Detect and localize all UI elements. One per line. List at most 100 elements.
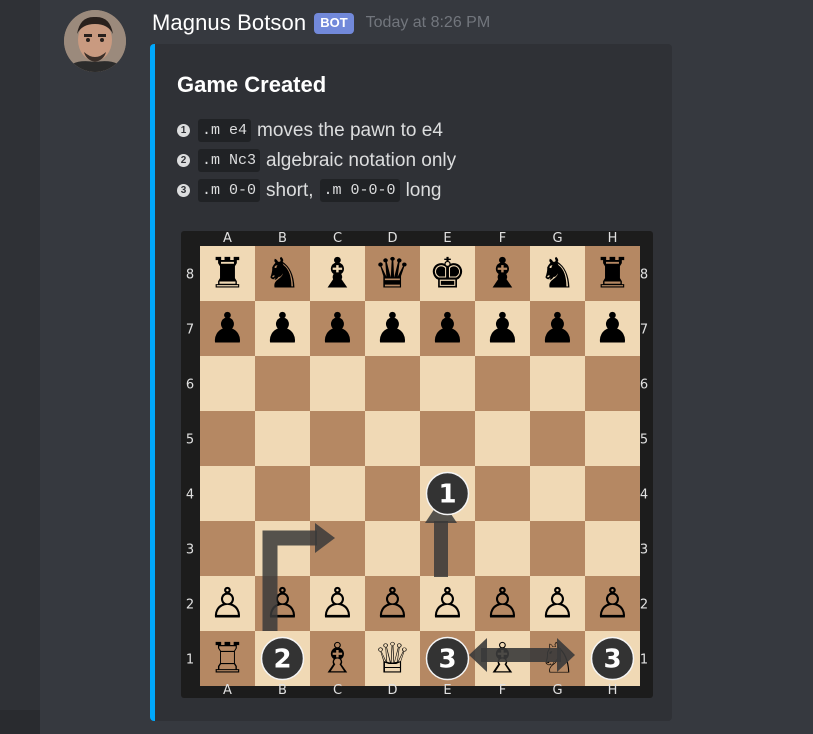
board-square-h6: [585, 356, 640, 411]
bot-badge: BOT: [314, 12, 354, 34]
chess-board-image: A A B B C C D D E E F F G G H H 8 8 7 7 6 6 5 5 4 4 3 3 2 2 1 1 ♜ ♞ ♝ ♛ ♚ ♝ ♞…: [181, 231, 653, 698]
chess-piece: ♗: [319, 634, 357, 683]
move-marker-number: 3: [603, 645, 621, 675]
rank-label-left: 6: [186, 378, 194, 393]
board-square-f3: [475, 521, 530, 576]
board-square-c6: [310, 356, 365, 411]
chess-piece: ♖: [209, 634, 247, 683]
sidebar-footer: [0, 710, 40, 734]
chess-piece: ♙: [429, 579, 467, 628]
file-label-top: B: [278, 231, 287, 246]
chess-piece: ♙: [484, 579, 522, 628]
instruction-line-1: 1 .m e4 moves the pawn to e4: [177, 119, 449, 142]
board-square-g6: [530, 356, 585, 411]
chess-piece: ♝: [484, 249, 522, 298]
chess-piece: ♟: [484, 304, 522, 353]
step-number: 2: [177, 154, 190, 167]
chess-piece: ♙: [539, 579, 577, 628]
board-square-h4: [585, 466, 640, 521]
file-label-bottom: H: [608, 683, 618, 698]
rank-label-left: 2: [186, 598, 194, 613]
rank-label-right: 5: [640, 433, 648, 448]
code-snippet: .m 0-0: [198, 179, 261, 202]
chess-piece: ♞: [264, 249, 302, 298]
board-square-h5: [585, 411, 640, 466]
board-square-e6: [420, 356, 475, 411]
board-square-h3: [585, 521, 640, 576]
board-square-b6: [255, 356, 310, 411]
file-label-top: A: [223, 231, 232, 246]
board-square-a3: [200, 521, 255, 576]
chess-piece: ♟: [429, 304, 467, 353]
rank-label-left: 3: [186, 543, 194, 558]
instruction-line-2: 2 .m Nc3 algebraic notation only: [177, 149, 462, 172]
step-number: 1: [177, 124, 190, 137]
rank-label-right: 1: [640, 653, 648, 668]
code-snippet: .m Nc3: [198, 149, 261, 172]
board-square-a6: [200, 356, 255, 411]
chess-piece: ♙: [209, 579, 247, 628]
code-snippet: .m e4: [198, 119, 252, 142]
board-square-a5: [200, 411, 255, 466]
chess-piece: ♜: [209, 249, 247, 298]
board-square-c4: [310, 466, 365, 521]
rank-label-right: 2: [640, 598, 648, 613]
board-square-g4: [530, 466, 585, 521]
file-label-top: G: [552, 231, 562, 246]
file-label-bottom: A: [223, 683, 232, 698]
board-square-a4: [200, 466, 255, 521]
file-label-top: E: [443, 231, 451, 246]
file-label-bottom: E: [443, 683, 451, 698]
rank-label-right: 6: [640, 378, 648, 393]
instruction-text: long: [405, 179, 442, 201]
board-square-f4: [475, 466, 530, 521]
message-header: Magnus Botson BOT Today at 8:26 PM: [152, 9, 490, 37]
file-label-top: D: [387, 231, 397, 246]
board-square-e5: [420, 411, 475, 466]
chess-piece: ♙: [594, 579, 632, 628]
board-square-d3: [365, 521, 420, 576]
file-label-bottom: C: [333, 683, 342, 698]
file-label-top: C: [333, 231, 342, 246]
board-square-g5: [530, 411, 585, 466]
board-square-f5: [475, 411, 530, 466]
chess-piece: ♟: [594, 304, 632, 353]
avatar-portrait-icon: [64, 10, 126, 72]
board-square-c5: [310, 411, 365, 466]
board-square-f6: [475, 356, 530, 411]
chess-piece: ♛: [374, 249, 412, 298]
chess-piece: ♞: [539, 249, 577, 298]
user-avatar[interactable]: [64, 10, 126, 72]
chess-piece: ♟: [374, 304, 412, 353]
server-sidebar: [0, 0, 40, 734]
board-square-g3: [530, 521, 585, 576]
chess-board: A A B B C C D D E E F F G G H H 8 8 7 7 6 6 5 5 4 4 3 3 2 2 1 1 ♜ ♞ ♝ ♛ ♚ ♝ ♞…: [186, 231, 648, 698]
chess-piece: ♚: [429, 249, 467, 298]
chess-piece: ♜: [594, 249, 632, 298]
chess-piece: ♟: [209, 304, 247, 353]
board-square-d5: [365, 411, 420, 466]
file-label-top: F: [499, 231, 506, 246]
move-marker-number: 1: [438, 480, 456, 510]
embed-title: Game Created: [177, 72, 327, 97]
rank-label-right: 3: [640, 543, 648, 558]
rank-label-left: 5: [186, 433, 194, 448]
rank-label-left: 7: [186, 323, 194, 338]
rank-label-right: 7: [640, 323, 648, 338]
instruction-text: short,: [266, 179, 314, 201]
chess-piece: ♝: [319, 249, 357, 298]
username[interactable]: Magnus Botson: [152, 10, 306, 36]
board-square-b5: [255, 411, 310, 466]
castling-arrow-shaft: [481, 648, 561, 662]
game-embed: Game Created 1 .m e4 moves the pawn to e…: [150, 44, 672, 721]
rank-label-left: 1: [186, 653, 194, 668]
rank-label-left: 8: [186, 268, 194, 283]
instruction-text: moves the pawn to e4: [257, 119, 443, 141]
file-label-top: H: [608, 231, 618, 246]
file-label-bottom: D: [387, 683, 397, 698]
move-marker-number: 3: [438, 645, 456, 675]
board-square-d4: [365, 466, 420, 521]
instruction-text: algebraic notation only: [266, 149, 457, 171]
rank-label-left: 4: [186, 488, 194, 503]
step-number: 3: [177, 184, 190, 197]
